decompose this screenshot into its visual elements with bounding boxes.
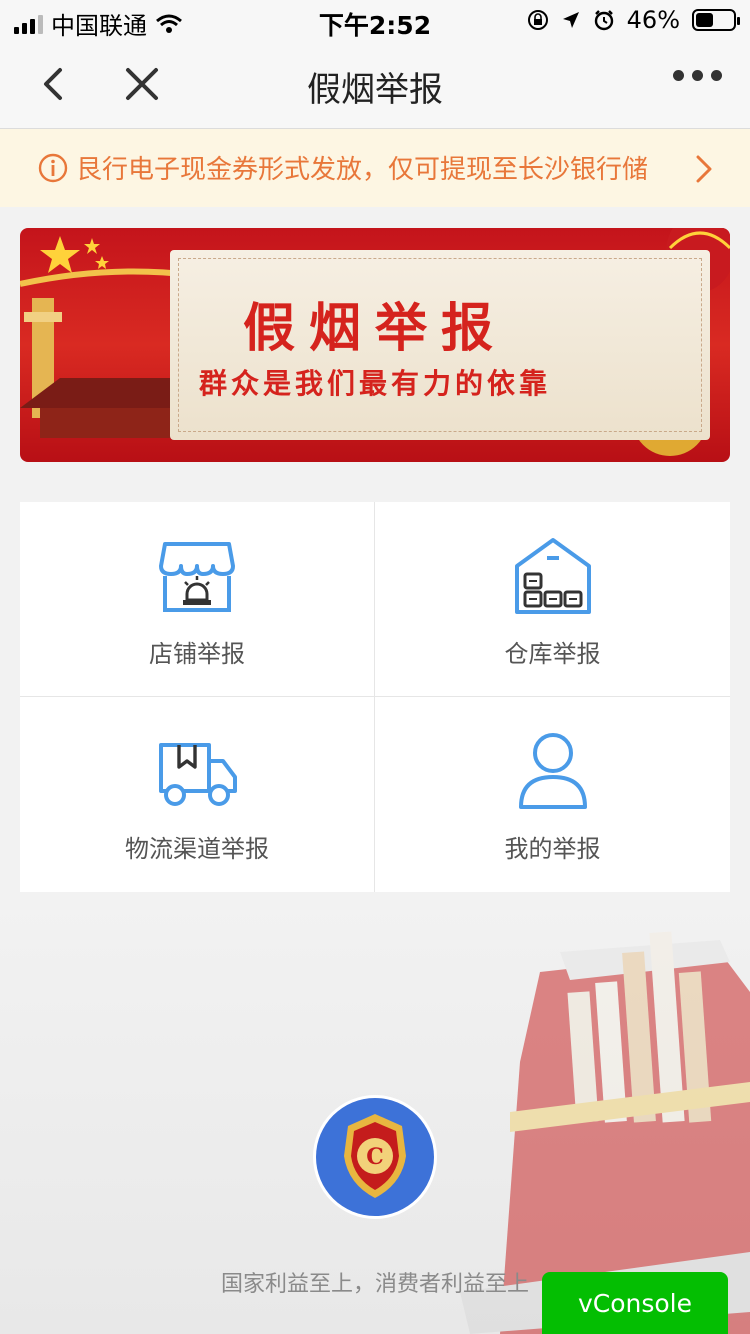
rotation-lock-icon: [527, 10, 548, 30]
grid-item-label: 店铺举报: [149, 640, 245, 668]
notice-bar[interactable]: 艮行电子现金券形式发放，仅可提现至长沙银行储: [0, 129, 750, 207]
battery-icon: [692, 9, 740, 31]
grid-item-store-report[interactable]: 店铺举报: [20, 502, 375, 697]
grid-item-logistics-report[interactable]: 物流渠道举报: [20, 697, 375, 892]
location-icon: [562, 12, 579, 28]
grid-item-warehouse-report[interactable]: 仓库举报: [375, 502, 730, 697]
page-title: 假烟举报: [307, 70, 443, 110]
svg-text:C: C: [366, 1144, 384, 1170]
grid-item-label: 我的举报: [504, 835, 601, 863]
grid-item-label: 物流渠道举报: [125, 835, 269, 863]
chevron-right-icon[interactable]: [694, 155, 714, 183]
battery-percent: 46%: [626, 6, 680, 34]
truck-icon: [159, 743, 237, 806]
warehouse-icon: [514, 538, 591, 614]
store-icon: [159, 542, 235, 612]
status-bar: 中国联通 下午2:52 46%: [0, 0, 750, 40]
banner-subtitle: 群众是我们最有力的依靠: [198, 367, 551, 400]
alarm-icon: [594, 10, 613, 31]
user-icon: [518, 733, 587, 809]
vconsole-button[interactable]: vConsole: [542, 1272, 728, 1334]
status-right: 46%: [527, 6, 740, 34]
nav-bar: 假烟举报: [0, 40, 750, 129]
more-icon[interactable]: [673, 70, 722, 81]
report-grid: 店铺举报 仓库举报 物流渠道举报 我的举报: [20, 502, 730, 892]
grid-item-label: 仓库举报: [504, 640, 601, 668]
battery-fill: [696, 13, 713, 27]
tobacco-bureau-logo: C: [316, 1098, 434, 1216]
banner-title: 假烟举报: [242, 298, 507, 359]
notice-text: 艮行电子现金券形式发放，仅可提现至长沙银行储: [76, 155, 649, 185]
info-icon: [38, 153, 68, 183]
banner[interactable]: 假烟举报 群众是我们最有力的依靠: [20, 228, 730, 462]
grid-item-my-reports[interactable]: 我的举报: [375, 697, 730, 892]
